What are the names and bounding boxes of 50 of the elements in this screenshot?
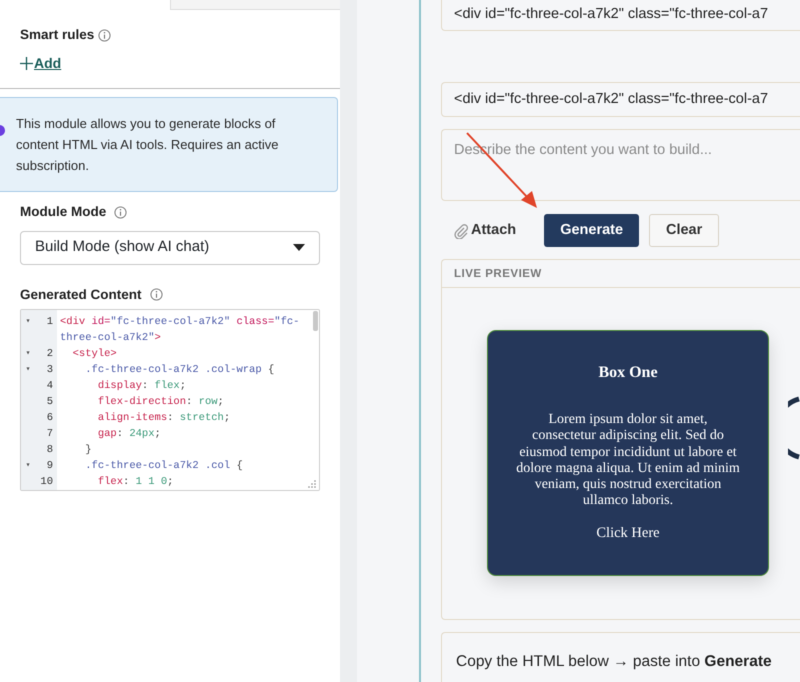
line-number: 10 (39, 474, 54, 490)
field-label: Module Mode (20, 203, 106, 222)
generate-button[interactable]: Generate (544, 214, 640, 247)
code-line: } (84, 442, 92, 458)
instructions-text: Copy the HTML below → paste into Generate (456, 652, 772, 672)
code-line: display: flex; (96, 378, 186, 394)
code-line: align-items: stretch; (96, 410, 230, 426)
code-line: .fc-three-col-a7k2 .col { (84, 458, 243, 474)
fold-toggle[interactable]: ▾ (21, 458, 35, 474)
info-icon (98, 28, 112, 42)
panel-header: LIVE PREVIEW (442, 260, 800, 288)
line-number: 8 (46, 442, 54, 458)
field-label: Generated Content (20, 286, 142, 304)
line-number: 1 (46, 314, 54, 330)
fold-toggle[interactable]: ▾ (21, 362, 35, 378)
paperclip-icon (453, 222, 469, 238)
attach-button[interactable]: Attach (443, 220, 526, 242)
mode-select[interactable]: Build Mode (show AI chat) (20, 230, 320, 264)
code-line: gap: 24px; (96, 426, 161, 442)
scrollbar[interactable] (313, 310, 318, 331)
card-title: Box One (597, 363, 659, 382)
line-number: 9 (46, 458, 54, 474)
field-label: Smart rules (20, 26, 94, 44)
code-line: .fc-three-col-a7k2 .col-wrap { (84, 362, 274, 378)
code-line: <div id="fc-three-col-a7k2" class="fc-three-col-a7k2"> (59, 314, 300, 346)
fold-toggle[interactable]: ▾ (21, 346, 35, 362)
line-number: 6 (46, 410, 54, 426)
fold-toggle[interactable]: ▾ (21, 314, 35, 346)
line-number: 3 (46, 362, 54, 378)
caret-icon (293, 244, 305, 251)
card-link[interactable]: Click Here (516, 523, 740, 546)
info-icon (114, 206, 128, 219)
line-number: 5 (46, 394, 54, 410)
html-field[interactable]: <div id="fc-three-col-a7k2" class="fc-three-col-a7 (441, 0, 800, 31)
code-line: <style> (72, 346, 117, 362)
code-editor[interactable] (20, 308, 320, 491)
code-line: flex: 1 1 0; (96, 474, 174, 490)
resize-grip-icon[interactable] (307, 478, 316, 488)
line-number: 7 (46, 426, 54, 442)
code-line: flex-direction: row; (96, 394, 224, 410)
card-text: Lorem ipsum dolor sit amet, consectetur adipiscing elit. Sed do eiusmod tempor incididunt ut labore et dolore magna aliqua. Ut enim ad minim veniam, quis nostrud exercitation ullamco laboris. (516, 412, 740, 510)
ring-shape (788, 396, 800, 460)
plus-icon (20, 57, 33, 70)
line-number: 4 (46, 378, 54, 394)
html-field[interactable]: <div id="fc-three-col-a7k2" class="fc-three-col-a7 (441, 82, 800, 117)
info-icon (150, 288, 163, 302)
clear-button[interactable]: Clear (649, 214, 720, 247)
notice-text: This module allows you to generate blocks of content HTML via AI tools. Requires an active subscription. (16, 116, 279, 174)
line-number: 2 (46, 346, 54, 362)
add-link[interactable]: Add (34, 53, 62, 74)
